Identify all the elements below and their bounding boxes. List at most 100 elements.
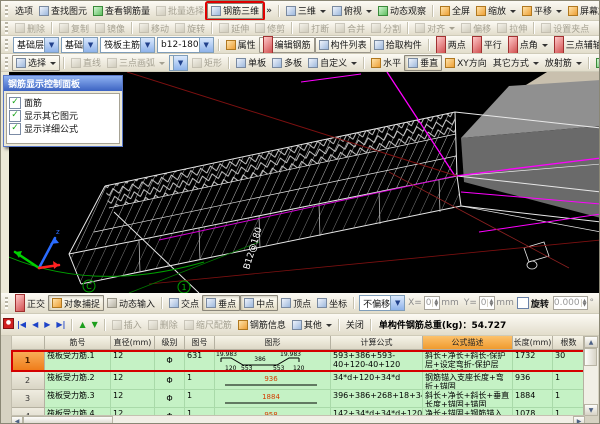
cell-bar-id[interactable]: 筏板受力筋.1: [45, 350, 111, 372]
header-rownum[interactable]: [11, 336, 45, 350]
btn-split[interactable]: 分割: [368, 21, 404, 35]
btn-mirror[interactable]: 镜像: [92, 21, 128, 35]
row-selector[interactable]: 2: [11, 372, 45, 390]
element-type-combo[interactable]: 基础 ▼: [61, 36, 99, 53]
cell-length[interactable]: 1732: [513, 350, 553, 372]
btn-multi-slab[interactable]: 多板: [269, 56, 305, 70]
checkbox-checked-icon[interactable]: ✓: [9, 96, 21, 109]
cell-formula-desc[interactable]: 斜长+净长+斜长+垂直长度+锚固+锚固: [423, 390, 513, 408]
row-selector[interactable]: 1: [11, 350, 45, 372]
cell-length[interactable]: 936: [513, 372, 553, 390]
btn-rotate[interactable]: 旋转: [172, 21, 208, 35]
btn-insert-row[interactable]: 插入: [109, 318, 145, 332]
cell-grade[interactable]: Φ: [155, 372, 185, 390]
btn-parallel[interactable]: 平行: [469, 36, 505, 53]
btn-component-list[interactable]: 构件列表: [314, 36, 371, 53]
btn-view-rebar-quantity[interactable]: 查看钢筋量: [90, 4, 153, 18]
btn-move[interactable]: 移动: [136, 21, 172, 35]
row-selector[interactable]: 3: [11, 390, 45, 408]
x-input[interactable]: 0 ▲ ▼: [423, 296, 441, 310]
rebar-display-panel[interactable]: 钢筋显示控制面板 ✓ 面筋 ✓ 显示其它图元 ✓ 显示详细公式: [3, 75, 123, 147]
arc-mode-combo[interactable]: ▼: [169, 54, 189, 71]
cell-shape[interactable]: 19.983 386 19.983 120 553 553 120: [215, 350, 331, 372]
btn-row-up[interactable]: ▲: [76, 320, 88, 329]
cell-count[interactable]: 30: [553, 350, 585, 372]
check-show-other-elements[interactable]: ✓ 显示其它图元: [9, 109, 117, 122]
y-input[interactable]: 0 ▲ ▼: [478, 296, 496, 310]
btn-intersection[interactable]: 交点: [166, 296, 202, 310]
btn-three-point-arc[interactable]: 三点画弧: [104, 56, 168, 70]
btn-zoom[interactable]: 缩放: [473, 4, 519, 18]
btn-copy[interactable]: 复制: [56, 21, 92, 35]
btn-rebar-info[interactable]: 钢筋信息: [235, 318, 289, 332]
btn-swap-annotation[interactable]: 交换左右标注: [593, 56, 599, 70]
cell-formula[interactable]: 593+386+593-40+120-40+120: [331, 350, 423, 372]
btn-object-snap[interactable]: 对象捕捉: [48, 295, 105, 311]
cell-grade[interactable]: Φ: [155, 390, 185, 408]
toolbar-grip[interactable]: [5, 4, 8, 17]
btn-screen-rotate[interactable]: 屏幕旋转: [565, 4, 599, 18]
btn-vertical[interactable]: 垂直: [404, 54, 443, 71]
cell-bar-id[interactable]: 筏板受力筋.2: [45, 372, 111, 390]
btn-top-view[interactable]: 俯视: [329, 4, 375, 18]
btn-properties[interactable]: 属性: [223, 38, 259, 52]
btn-offset[interactable]: 偏移: [458, 21, 494, 35]
toolbar-overflow[interactable]: »: [263, 6, 275, 16]
combo-arrow-icon[interactable]: ▼: [173, 55, 188, 70]
btn-other-methods[interactable]: 其它方式: [490, 56, 542, 70]
toolbar-grip[interactable]: [5, 56, 8, 69]
btn-vertex[interactable]: 顶点: [278, 296, 314, 310]
header-formula[interactable]: 计算公式: [331, 336, 423, 350]
spinner-arrows-icon[interactable]: ▲ ▼: [580, 299, 588, 308]
combo-arrow-icon[interactable]: ▼: [390, 296, 405, 310]
combo-arrow-icon[interactable]: ▼: [140, 37, 155, 52]
dock-pin-icon[interactable]: ●: [3, 318, 14, 329]
cell-fig-no[interactable]: 1: [185, 372, 215, 390]
btn-align[interactable]: 对齐: [412, 21, 458, 35]
btn-midpoint[interactable]: 中点: [240, 295, 279, 311]
cell-formula-desc[interactable]: 钢筋锚入支座长度+弯折+锚固: [423, 372, 513, 390]
btn-dynamic-input[interactable]: 动态输入: [104, 296, 158, 310]
cell-fig-no[interactable]: 1: [185, 390, 215, 408]
btn-close-grid[interactable]: 关闭: [343, 318, 367, 332]
horizontal-scroll-thumb[interactable]: [23, 416, 113, 423]
combo-arrow-icon[interactable]: ▼: [198, 37, 213, 52]
btn-horizontal[interactable]: 水平: [368, 56, 404, 70]
btn-delete[interactable]: 删除: [12, 21, 48, 35]
cell-bar-id[interactable]: 筏板受力筋.3: [45, 390, 111, 408]
btn-single-slab[interactable]: 单板: [233, 56, 269, 70]
btn-two-points[interactable]: 两点: [433, 36, 469, 53]
cell-diameter[interactable]: 12: [111, 350, 155, 372]
toolbar-grip[interactable]: [5, 297, 8, 309]
btn-trim[interactable]: 修剪: [252, 21, 288, 35]
header-shape[interactable]: 图形: [215, 336, 331, 350]
header-fig-no[interactable]: 图号: [185, 336, 215, 350]
spinner-arrows-icon[interactable]: ▲ ▼: [487, 299, 494, 308]
btn-delete-row[interactable]: 删除: [145, 318, 181, 332]
btn-line[interactable]: 直线: [68, 56, 104, 70]
horizontal-scrollbar[interactable]: ◀ ▶: [11, 415, 585, 423]
btn-scale-rebar[interactable]: 缩尺配筋: [181, 318, 235, 332]
header-count[interactable]: 根数: [553, 336, 585, 350]
btn-orbit[interactable]: 动态观察: [375, 4, 429, 18]
table-row[interactable]: 2 筏板受力筋.2 12 Φ 1 936 34*d+120+34*d 钢筋锚入支…: [11, 372, 585, 390]
btn-xy-direction[interactable]: XY方向: [442, 56, 490, 70]
vertical-scrollbar[interactable]: ▲ ▼: [583, 336, 598, 416]
btn-three-point-axis[interactable]: 三点辅轴: [551, 36, 599, 53]
scroll-up-icon[interactable]: ▲: [584, 336, 598, 348]
rebar-type-combo[interactable]: 筏板主筋 ▼: [100, 36, 156, 53]
btn-perpendicular[interactable]: 垂点: [202, 295, 241, 311]
header-grade[interactable]: 级别: [155, 336, 185, 350]
btn-pan[interactable]: 平移: [519, 4, 565, 18]
angle-input[interactable]: 0.000 ▲ ▼: [552, 296, 589, 310]
btn-3d-view[interactable]: 三维: [283, 4, 329, 18]
checkbox-checked-icon[interactable]: ✓: [9, 122, 21, 135]
btn-row-down[interactable]: ▼: [89, 320, 101, 329]
btn-fullscreen[interactable]: 全屏: [437, 4, 473, 18]
offset-combo[interactable]: 不偏移 ▼: [359, 295, 406, 311]
btn-extend[interactable]: 延伸: [216, 21, 252, 35]
header-bar-id[interactable]: 筋号: [45, 336, 111, 350]
table-row[interactable]: 3 筏板受力筋.3 12 Φ 1 1884 396+386+268+18+34*…: [11, 390, 585, 408]
btn-select[interactable]: 选择: [12, 54, 61, 71]
btn-other[interactable]: 其他: [289, 318, 335, 332]
